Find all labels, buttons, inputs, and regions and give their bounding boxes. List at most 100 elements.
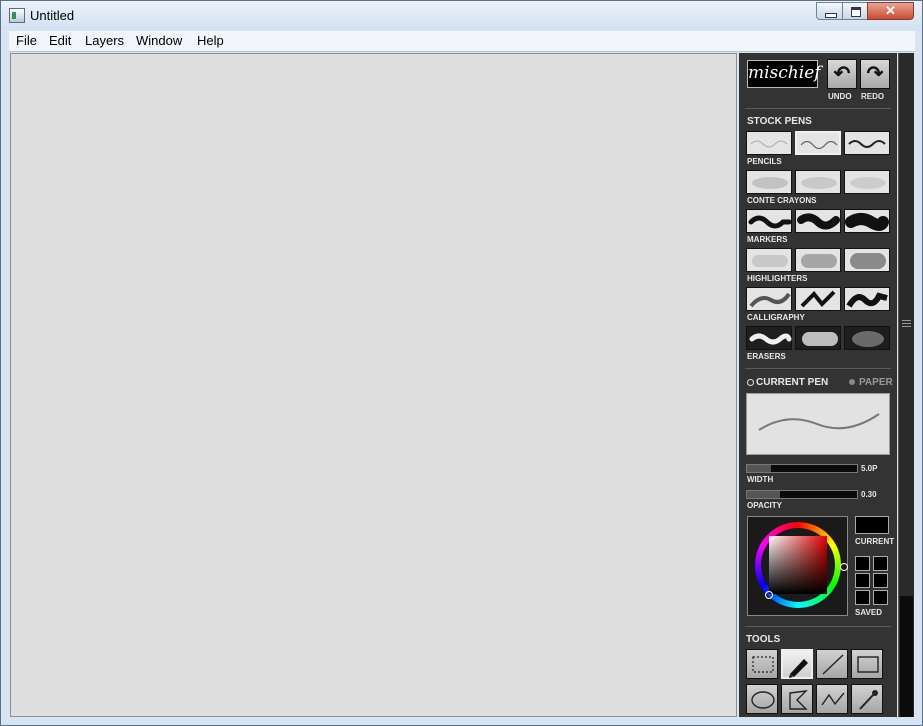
width-label: WIDTH — [747, 475, 774, 484]
close-button[interactable] — [867, 2, 914, 20]
eraser-hard-icon — [749, 333, 792, 345]
pen-calligraphy-bold[interactable] — [844, 287, 890, 311]
pen-highlighter-dark[interactable] — [844, 248, 890, 272]
paper-radio[interactable] — [849, 379, 855, 385]
pencil-dark-stroke-icon — [848, 140, 886, 148]
opacity-slider-fill — [747, 491, 780, 498]
saturation-value-square[interactable] — [769, 536, 827, 594]
saved-color-swatch[interactable] — [873, 556, 888, 571]
undo-button[interactable]: ↶ — [827, 59, 857, 89]
pen-pencil-dark[interactable] — [844, 131, 890, 155]
conte-soft-icon — [752, 177, 788, 189]
saved-color-swatch[interactable] — [855, 573, 870, 588]
redo-icon: ↷ — [866, 63, 884, 85]
menu-layers[interactable]: Layers — [85, 33, 124, 48]
opacity-slider[interactable] — [746, 490, 858, 499]
pen-pencil-medium[interactable] — [795, 131, 841, 155]
scrollbar-thumb[interactable] — [900, 596, 913, 717]
hue-marker[interactable] — [840, 563, 848, 571]
menu-bar: File Edit Layers Window Help — [9, 31, 915, 52]
polyline-tool[interactable] — [816, 684, 848, 714]
pen-group-highlighters: HIGHLIGHTERS — [747, 274, 808, 283]
highlighter-light-icon — [752, 255, 788, 267]
ellipse-tool[interactable] — [746, 684, 778, 714]
drawing-canvas[interactable] — [10, 53, 737, 717]
pen-tool-icon — [789, 659, 808, 678]
pen-marker-thin[interactable] — [746, 209, 792, 233]
current-pen-label[interactable]: CURRENT PEN — [756, 377, 828, 388]
redo-label: REDO — [861, 92, 885, 101]
marker-thick-icon — [845, 213, 889, 231]
title-bar[interactable]: Untitled — [1, 1, 922, 30]
pencil-thin-stroke-icon — [750, 140, 788, 148]
lasso-tool[interactable] — [781, 684, 813, 714]
lasso-tool-icon — [789, 690, 808, 710]
pen-conte-3[interactable] — [844, 170, 890, 194]
pen-pencil-thin[interactable] — [746, 131, 792, 155]
calligraphy-medium-icon — [800, 290, 836, 308]
highlighter-medium-icon — [801, 254, 837, 268]
eyedropper-tool-icon — [859, 690, 878, 710]
saved-color-swatch[interactable] — [855, 590, 870, 605]
pen-eraser-soft[interactable] — [795, 326, 841, 350]
tool-panel: mischief ↶ UNDO ↷ REDO STOCK PENS PENCIL… — [739, 53, 897, 717]
pen-calligraphy-medium[interactable] — [795, 287, 841, 311]
scrollbar-grip-icon[interactable] — [902, 320, 911, 327]
panel-scrollbar[interactable] — [898, 53, 914, 717]
current-color-swatch[interactable] — [855, 516, 889, 534]
maximize-button[interactable] — [842, 2, 868, 20]
pen-group-calligraphy: CALLIGRAPHY — [747, 313, 805, 322]
eraser-airbrush-icon — [852, 331, 884, 347]
preview-stroke-icon — [758, 413, 880, 431]
menu-edit[interactable]: Edit — [49, 33, 71, 48]
pen-group-erasers: ERASERS — [747, 352, 786, 361]
stock-pens-title: STOCK PENS — [747, 116, 812, 127]
calligraphy-bold-icon — [846, 292, 888, 308]
polyline-tool-icon — [821, 692, 845, 706]
highlighter-dark-icon — [850, 253, 886, 269]
width-value: 5.0P — [861, 464, 878, 473]
minimize-button[interactable] — [816, 2, 843, 20]
redo-button[interactable]: ↷ — [860, 59, 890, 89]
rect-select-icon — [752, 656, 774, 673]
opacity-value: 0.30 — [861, 490, 877, 499]
menu-window[interactable]: Window — [136, 33, 182, 48]
current-pen-radio[interactable] — [747, 379, 754, 386]
rectangle-tool[interactable] — [851, 649, 883, 679]
opacity-label: OPACITY — [747, 501, 782, 510]
pen-conte-2[interactable] — [795, 170, 841, 194]
saved-color-swatch[interactable] — [873, 573, 888, 588]
menu-file[interactable]: File — [16, 33, 37, 48]
pen-tool[interactable] — [781, 649, 813, 679]
width-slider-fill — [747, 465, 771, 472]
undo-icon: ↶ — [833, 63, 851, 85]
undo-label: UNDO — [828, 92, 852, 101]
window-title: Untitled — [30, 8, 75, 23]
eyedropper-tool[interactable] — [851, 684, 883, 714]
pen-marker-medium[interactable] — [795, 209, 841, 233]
tools-title: TOOLS — [746, 634, 781, 645]
color-picker[interactable] — [747, 516, 848, 616]
divider — [745, 108, 891, 109]
pen-highlighter-medium[interactable] — [795, 248, 841, 272]
width-slider[interactable] — [746, 464, 858, 473]
pen-eraser-hard[interactable] — [746, 326, 792, 350]
pen-calligraphy-soft[interactable] — [746, 287, 792, 311]
marker-thin-icon — [748, 215, 792, 229]
pen-eraser-airbrush[interactable] — [844, 326, 890, 350]
calligraphy-soft-icon — [749, 292, 791, 308]
saved-color-swatch[interactable] — [855, 556, 870, 571]
saved-color-swatch[interactable] — [873, 590, 888, 605]
pen-conte-1[interactable] — [746, 170, 792, 194]
color-marker[interactable] — [765, 591, 773, 599]
paper-label[interactable]: PAPER — [859, 377, 893, 388]
pen-marker-thick[interactable] — [844, 209, 890, 233]
line-tool[interactable] — [816, 649, 848, 679]
pen-group-conte-crayons: CONTE CRAYONS — [747, 196, 817, 205]
ellipse-tool-icon — [751, 691, 775, 709]
menu-help[interactable]: Help — [197, 33, 224, 48]
conte-hard-icon — [850, 177, 886, 189]
rectangle-tool-icon — [857, 656, 879, 673]
rect-select-tool[interactable] — [746, 649, 778, 679]
pen-highlighter-light[interactable] — [746, 248, 792, 272]
